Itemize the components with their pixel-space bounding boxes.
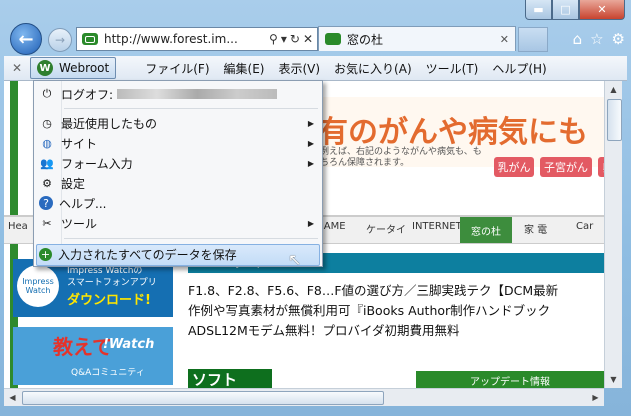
gear-icon: ⚙	[42, 176, 52, 190]
help-icon: ?	[39, 196, 53, 210]
tab-title: 窓の杜	[347, 32, 384, 47]
globe-icon: ◍	[42, 136, 52, 150]
impress-watch-logo: Impress Watch	[17, 265, 59, 307]
close-toolbar-icon[interactable]: ✕	[4, 61, 30, 75]
browser-window: ▬ □ ✕ ← → http://www.forest.im... ⚲ ▾ ↻ …	[0, 0, 631, 416]
maximize-button[interactable]: □	[552, 0, 579, 20]
menu-help[interactable]: ヘルプ(H)	[485, 60, 553, 77]
tools-icon: ✂	[42, 216, 52, 230]
stop-icon[interactable]: ✕	[303, 32, 313, 46]
menu-item-label: フォーム入力	[61, 156, 133, 171]
menu-file[interactable]: ファイル(F)	[138, 60, 216, 77]
forward-button[interactable]: →	[48, 28, 72, 52]
vertical-scrollbar[interactable]: ▲ ▼	[604, 81, 622, 388]
submenu-arrow-icon: ▶	[307, 118, 314, 128]
menu-favorites[interactable]: お気に入り(A)	[327, 60, 419, 77]
back-button[interactable]: ←	[10, 23, 42, 55]
mouse-cursor-icon: ↖	[288, 250, 302, 269]
back-arrow-icon: ←	[18, 28, 34, 50]
nav-head[interactable]: Hea	[8, 221, 28, 232]
banner-headline: 有のがんや病気にも	[318, 115, 588, 150]
command-bar: ✕ W Webroot ファイル(F) 編集(E) 表示(V) お気に入り(A)…	[4, 56, 627, 81]
home-icon[interactable]: ⌂	[573, 30, 583, 48]
menu-item-save-all[interactable]: + 入力されたすべてのデータを保存	[34, 244, 322, 264]
plus-icon: +	[39, 247, 52, 261]
insurance-banner[interactable]: 有のがんや病気にも 例えば、右記のようながんや病気も、もちろん保障されます。 乳…	[314, 97, 604, 177]
submenu-arrow-icon: ▶	[307, 138, 314, 148]
oshiete-watch-ad[interactable]: 教えて !Watch Q&Aコミュニティ	[13, 327, 173, 385]
new-tab-button[interactable]	[518, 27, 548, 52]
tab-active[interactable]: 窓の杜 ✕	[318, 26, 516, 51]
scroll-left-icon[interactable]: ◀	[4, 389, 21, 406]
menu-item-help[interactable]: ? ヘルプ...	[34, 193, 322, 213]
dropdown-icon[interactable]: ▾	[281, 32, 287, 46]
clock-icon: ◷	[42, 116, 52, 130]
ad-subtitle: Q&Aコミュニティ	[71, 368, 145, 378]
minimize-button[interactable]: ▬	[525, 0, 552, 20]
menu-item-settings[interactable]: ⚙ 設定	[34, 173, 322, 193]
menu-item-label: 入力されたすべてのデータを保存	[58, 247, 237, 262]
tools-gear-icon[interactable]: ⚙	[612, 30, 625, 48]
menu-item-recent[interactable]: ◷ 最近使用したもの ▶	[34, 113, 322, 133]
menu-edit[interactable]: 編集(E)	[217, 60, 272, 77]
menu-item-label: 設定	[61, 176, 86, 191]
menu-item-form-fill[interactable]: 👥 フォーム入力 ▶	[34, 153, 322, 173]
forward-arrow-icon: →	[54, 33, 66, 47]
menu-item-tools[interactable]: ✂ ツール ▶	[34, 213, 322, 233]
tab-close-icon[interactable]: ✕	[500, 33, 509, 46]
ad-title-watch: !Watch	[103, 337, 155, 352]
webroot-label: Webroot	[59, 61, 110, 75]
menu-item-sites[interactable]: ◍ サイト ▶	[34, 133, 322, 153]
pill-breast-cancer[interactable]: 乳がん	[494, 157, 534, 177]
redacted-account	[117, 89, 278, 99]
submenu-arrow-icon: ▶	[307, 218, 314, 228]
nav-internet[interactable]: INTERNET	[412, 221, 462, 232]
pill-uterine-cancer[interactable]: 子宮がん	[540, 157, 592, 177]
horizontal-scrollbar[interactable]: ◀ ▶	[4, 388, 604, 406]
menu-view[interactable]: 表示(V)	[271, 60, 327, 77]
logoff-item[interactable]: ⏻ ログオフ:	[34, 84, 322, 104]
close-window-button[interactable]: ✕	[579, 0, 625, 20]
people-icon: 👥	[40, 156, 54, 170]
webroot-dropdown-menu: ⏻ ログオフ: ◷ 最近使用したもの ▶ ◍ サイト ▶ 👥 フォーム入力 ▶ …	[33, 80, 323, 267]
menu-item-label: 最近使用したもの	[61, 116, 158, 131]
scroll-down-icon[interactable]: ▼	[605, 371, 622, 388]
nav-kaden[interactable]: 家 電	[524, 221, 547, 236]
ad-download-text: ダウンロード!	[67, 293, 151, 308]
nav-madonomori[interactable]: 窓の杜	[460, 217, 512, 243]
search-icon[interactable]: ⚲	[269, 32, 278, 46]
topics-list: F1.8、F2.8、F5.6、F8…F値の選び方／三脚実践テク【DCM最新 作例…	[188, 281, 604, 341]
menu-bar: ファイル(F) 編集(E) 表示(V) お気に入り(A) ツール(T) ヘルプ(…	[138, 60, 553, 77]
update-info-header: アップデート情報	[416, 371, 604, 388]
topic-link[interactable]: 作例や写真素材が無償利用可『iBooks Author制作ハンドブック	[188, 301, 604, 321]
logoff-label: ログオフ:	[61, 87, 114, 102]
window-controls: ▬ □ ✕	[525, 0, 625, 20]
menu-item-label: ヘルプ...	[59, 196, 107, 211]
nav-car[interactable]: Car	[576, 221, 593, 232]
scroll-up-icon[interactable]: ▲	[605, 81, 622, 98]
menu-item-label: ツール	[61, 216, 98, 231]
webroot-button[interactable]: W Webroot	[30, 57, 117, 79]
address-bar[interactable]: http://www.forest.im... ⚲ ▾ ↻ ✕	[76, 27, 318, 51]
menu-item-label: サイト	[61, 136, 98, 151]
menu-tools[interactable]: ツール(T)	[419, 60, 486, 77]
tab-favicon-icon	[325, 33, 341, 45]
refresh-icon[interactable]: ↻	[290, 32, 300, 46]
ad-text: スマートフォンアプリ	[67, 278, 157, 288]
hscroll-thumb[interactable]	[22, 391, 384, 405]
banner-text: 例えば、右記のようながんや病気も、もちろん保障されます。	[320, 147, 482, 168]
topic-link[interactable]: ADSL12Mモデム無料！プロバイダ初期費用無料	[188, 321, 604, 341]
site-favicon-icon	[82, 33, 98, 45]
address-url[interactable]: http://www.forest.im...	[104, 32, 238, 46]
scroll-thumb[interactable]	[607, 99, 622, 141]
soft-section-header: ソフト	[188, 369, 272, 388]
favorites-star-icon[interactable]: ☆	[590, 30, 603, 48]
power-icon: ⏻	[42, 87, 52, 100]
topic-link[interactable]: F1.8、F2.8、F5.6、F8…F値の選び方／三脚実践テク【DCM最新	[188, 281, 604, 301]
impress-watch-app-ad[interactable]: Impress Watch Impress Watchの スマートフォンアプリ …	[13, 259, 173, 317]
scroll-right-icon[interactable]: ▶	[587, 389, 604, 406]
submenu-arrow-icon: ▶	[307, 158, 314, 168]
webroot-logo-icon: W	[37, 60, 53, 76]
nav-keitai[interactable]: ケータイ	[366, 221, 406, 236]
